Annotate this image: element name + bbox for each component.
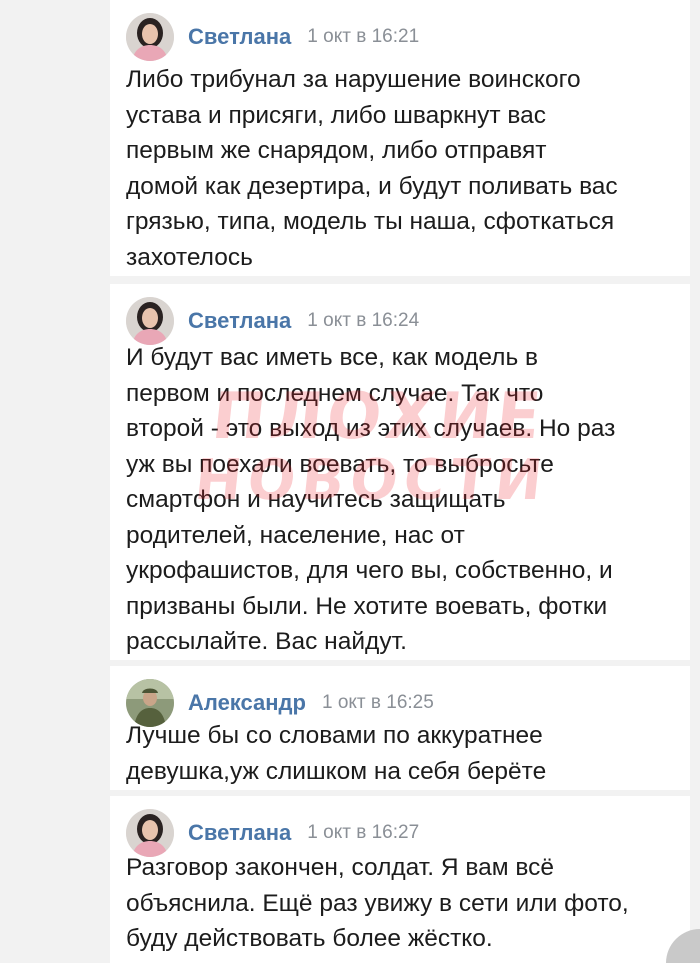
comment-text: И будут вас иметь все, как модель в перв… — [126, 344, 616, 655]
comment: Александр 1 окт в 16:25 Лучше бы со слов… — [110, 666, 690, 790]
comment-text: Лучше бы со словами по аккуратнее девушк… — [126, 722, 547, 785]
author-name[interactable]: Александр — [188, 690, 306, 716]
comment-text: Разговор закончен, солдат. Я вам всё объ… — [126, 854, 629, 952]
comment-header: Светлана 1 окт в 16:21 — [126, 12, 419, 62]
comment-timestamp[interactable]: 1 окт в 16:25 — [322, 692, 434, 714]
woman-avatar-icon[interactable] — [126, 13, 174, 61]
author-name[interactable]: Светлана — [188, 308, 291, 334]
comment-text: Либо трибунал за нарушение воинского уст… — [126, 66, 618, 271]
comment: Светлана 1 окт в 16:27 Разговор закончен… — [110, 796, 690, 963]
comment: Светлана 1 окт в 16:21 Либо трибунал за … — [110, 0, 690, 276]
comment: Светлана 1 окт в 16:24 И будут вас иметь… — [110, 284, 690, 660]
woman-avatar-icon[interactable] — [126, 297, 174, 345]
comment-timestamp[interactable]: 1 окт в 16:27 — [307, 822, 419, 844]
author-name[interactable]: Светлана — [188, 820, 291, 846]
comment-header: Светлана 1 окт в 16:24 — [126, 296, 419, 346]
comment-timestamp[interactable]: 1 окт в 16:21 — [307, 26, 419, 48]
comment-timestamp[interactable]: 1 окт в 16:24 — [307, 310, 419, 332]
comment-thread: Светлана 1 окт в 16:21 Либо трибунал за … — [0, 0, 700, 963]
author-name[interactable]: Светлана — [188, 24, 291, 50]
